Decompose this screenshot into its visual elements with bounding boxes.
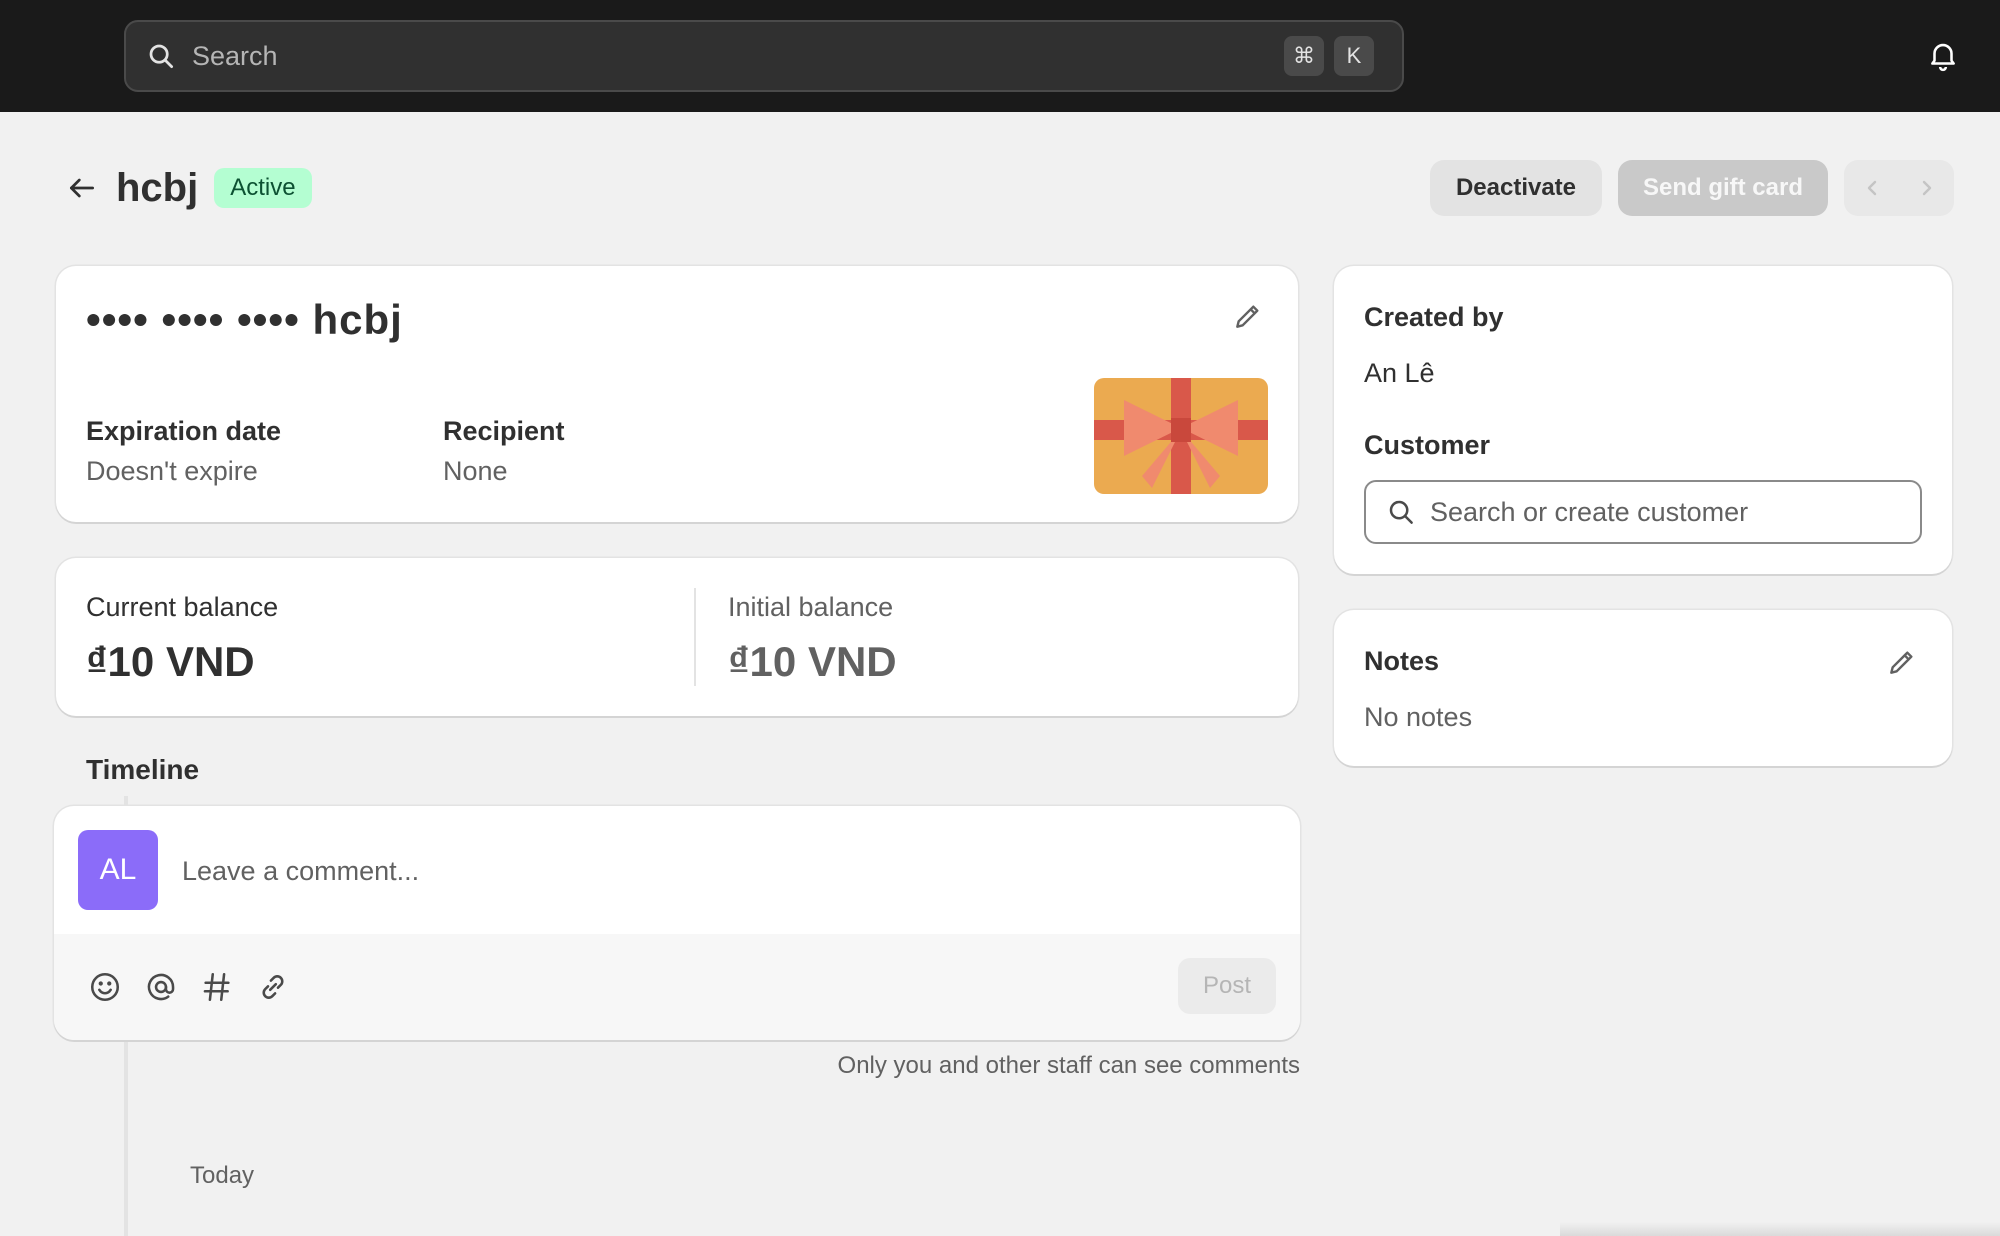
chevron-right-icon[interactable] bbox=[1915, 176, 1939, 200]
balance-card: Current balance ₫10 VND Initial balance … bbox=[56, 558, 1298, 716]
search-placeholder: Search bbox=[192, 40, 278, 71]
shortcut-key-cmd: ⌘ bbox=[1284, 36, 1324, 76]
masked-card-code: •••• •••• •••• hcbj bbox=[86, 296, 403, 343]
expiration-label: Expiration date bbox=[86, 416, 282, 446]
initial-balance-value: ₫10 VND bbox=[728, 638, 897, 685]
staff-visibility-note: Only you and other staff can see comment… bbox=[837, 1052, 1300, 1079]
bell-icon[interactable] bbox=[1926, 38, 1960, 72]
search-icon bbox=[149, 44, 173, 68]
top-bar: Search ⌘ K bbox=[0, 0, 2000, 112]
divider bbox=[694, 588, 696, 686]
comment-input[interactable]: Leave a comment... bbox=[182, 856, 419, 887]
scroll-shadow bbox=[1560, 1222, 2000, 1236]
pencil-icon[interactable] bbox=[1886, 646, 1918, 678]
customer-search-placeholder: Search or create customer bbox=[1430, 496, 1749, 527]
status-badge: Active bbox=[214, 168, 312, 208]
details-card: Created by An Lê Customer Search or crea… bbox=[1334, 266, 1952, 574]
hashtag-icon[interactable] bbox=[200, 970, 234, 1004]
initial-balance-label: Initial balance bbox=[728, 592, 894, 622]
post-button[interactable]: Post bbox=[1178, 958, 1276, 1014]
customer-label: Customer bbox=[1364, 430, 1491, 460]
back-button[interactable] bbox=[60, 166, 104, 210]
chevron-left-icon[interactable] bbox=[1860, 176, 1884, 200]
page-header: hcbj Active bbox=[60, 160, 312, 216]
avatar: AL bbox=[78, 830, 158, 910]
created-by-label: Created by bbox=[1364, 302, 1504, 332]
search-icon bbox=[1389, 500, 1413, 524]
customer-search-input[interactable]: Search or create customer bbox=[1364, 480, 1922, 544]
current-balance-value: ₫10 VND bbox=[86, 638, 255, 685]
created-by-value: An Lê bbox=[1364, 358, 1435, 388]
comment-toolbar: Post bbox=[54, 934, 1300, 1040]
send-gift-card-button[interactable]: Send gift card bbox=[1618, 160, 1828, 216]
recipient-label: Recipient bbox=[443, 416, 565, 446]
current-balance-label: Current balance bbox=[86, 592, 279, 622]
gift-card-summary: •••• •••• •••• hcbj Expiration date Does… bbox=[56, 266, 1298, 522]
deactivate-button[interactable]: Deactivate bbox=[1430, 160, 1602, 216]
pencil-icon[interactable] bbox=[1232, 300, 1264, 332]
page-title: hcbj bbox=[116, 165, 199, 210]
attachment-icon[interactable] bbox=[256, 970, 290, 1004]
timeline-title: Timeline bbox=[86, 754, 200, 785]
gift-card-illustration bbox=[1094, 378, 1268, 494]
expiration-value: Doesn't expire bbox=[86, 456, 258, 486]
arrow-left-icon bbox=[70, 178, 94, 198]
notes-card: Notes No notes bbox=[1334, 610, 1952, 766]
pagination bbox=[1844, 160, 1954, 216]
notes-label: Notes bbox=[1364, 646, 1440, 676]
shortcut-key-k: K bbox=[1334, 36, 1374, 76]
timeline-day-label: Today bbox=[190, 1162, 255, 1189]
mention-icon[interactable] bbox=[144, 970, 178, 1004]
recipient-value: None bbox=[443, 456, 508, 486]
notes-value: No notes bbox=[1364, 702, 1473, 732]
global-search[interactable]: Search ⌘ K bbox=[124, 20, 1404, 92]
comment-composer: AL Leave a comment... Post bbox=[54, 806, 1300, 1040]
emoji-icon[interactable] bbox=[88, 970, 122, 1004]
